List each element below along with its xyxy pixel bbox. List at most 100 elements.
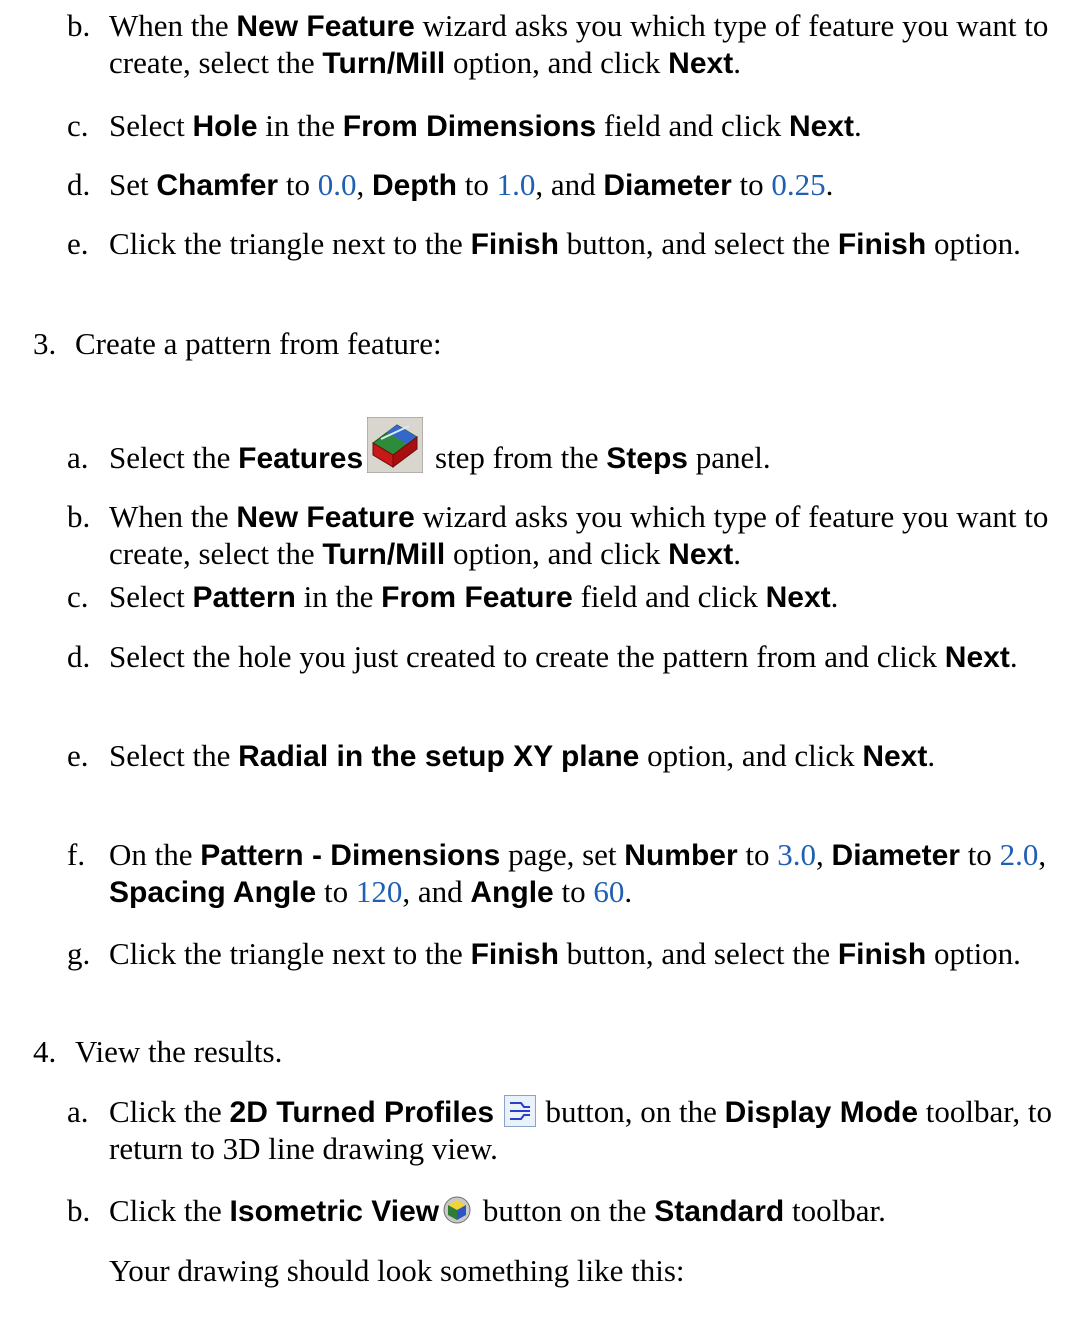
value: 1.0	[496, 167, 536, 202]
text: option, and click	[445, 45, 669, 80]
bold-term: Angle	[470, 876, 554, 909]
value: 60	[593, 874, 625, 909]
bold-term: Pattern - Dimensions	[200, 839, 501, 872]
step4-item-a: a. Click the 2D Turned Profiles button, …	[67, 1094, 1077, 1167]
item-letter: a.	[67, 440, 89, 475]
step3-item-f: f. On the Pattern - Dimensions page, set…	[67, 837, 1077, 911]
bold-term: Next	[862, 740, 928, 773]
item-letter: f.	[67, 837, 86, 872]
document-page: b. When the New Feature wizard asks you …	[0, 0, 1077, 1319]
item-letter: g.	[67, 936, 91, 971]
text: option, and click	[639, 738, 863, 773]
text: button, on the	[537, 1094, 725, 1129]
bold-term: Turn/Mill	[322, 47, 446, 80]
text: panel.	[687, 440, 771, 475]
text: Set	[109, 167, 157, 202]
text: .	[825, 167, 834, 202]
step3-item-c: c. Select Pattern in the From Feature fi…	[67, 579, 1077, 616]
text: button, and select the	[558, 226, 838, 261]
item-letter: c.	[67, 108, 89, 143]
text: Select	[109, 579, 193, 614]
text: to	[456, 167, 497, 202]
bold-term: Number	[624, 839, 738, 872]
text: .	[624, 874, 633, 909]
text: to	[278, 167, 318, 202]
step-title: View the results.	[75, 1034, 283, 1069]
bold-term: New Feature	[236, 501, 415, 534]
text: step from the	[427, 440, 607, 475]
text: Click the triangle next to the	[109, 226, 471, 261]
bold-term: Finish	[837, 938, 927, 971]
bold-term: Display Mode	[724, 1096, 919, 1129]
step3-item-g: g. Click the triangle next to the Finish…	[67, 936, 1077, 973]
text: button on the	[475, 1193, 655, 1228]
step4-heading: 4. View the results.	[33, 1034, 1075, 1070]
bold-term: Finish	[837, 228, 927, 261]
text: , and	[402, 874, 471, 909]
step3-item-a: a. Select the Features step from the Ste…	[67, 416, 1077, 479]
value: 0.25	[771, 167, 826, 202]
step3-item-d: d. Select the hole you just created to c…	[67, 639, 1077, 676]
bold-term: Next	[668, 47, 734, 80]
text: Click the	[109, 1193, 230, 1228]
value: 2.0	[999, 837, 1039, 872]
text: Select the	[109, 738, 239, 773]
step3-heading: 3. Create a pattern from feature:	[33, 326, 1075, 362]
text: .	[733, 45, 741, 80]
turned-profiles-icon	[503, 1094, 536, 1127]
text: option.	[926, 936, 1021, 971]
text: .	[830, 579, 839, 614]
bold-term: Chamfer	[156, 169, 279, 202]
step3-item-b: b. When the New Feature wizard asks you …	[67, 499, 1077, 573]
text: .	[927, 738, 936, 773]
value: 120	[355, 874, 403, 909]
text: .	[853, 108, 862, 143]
step3-item-e: e. Select the Radial in the setup XY pla…	[67, 738, 1077, 775]
text: Click the triangle next to the	[109, 936, 471, 971]
value: 0.0	[317, 167, 357, 202]
features-step-icon	[366, 416, 424, 474]
text: ,	[1038, 837, 1047, 872]
bold-term: Depth	[371, 169, 457, 202]
text: ,	[816, 837, 832, 872]
bold-term: Radial in the setup XY plane	[238, 740, 640, 773]
bold-term: Finish	[470, 228, 559, 261]
text: field and click	[572, 579, 766, 614]
value: 3.0	[777, 837, 817, 872]
step2-item-d: d. Set Chamfer to 0.0, Depth to 1.0, and…	[67, 167, 1077, 204]
bold-term: Standard	[654, 1195, 785, 1228]
text: page, set	[500, 837, 625, 872]
text: ,	[356, 167, 372, 202]
bold-term: 2D Turned Profiles	[229, 1096, 495, 1129]
bold-term: Diameter	[831, 839, 960, 872]
bold-term: Features	[238, 442, 364, 475]
text: to	[959, 837, 1000, 872]
text: to	[731, 167, 772, 202]
text: option, and click	[445, 536, 669, 571]
text: .	[1009, 639, 1018, 674]
text: On the	[109, 837, 201, 872]
item-letter: c.	[67, 579, 89, 614]
text: in the	[257, 108, 343, 143]
isometric-view-icon	[443, 1196, 471, 1224]
text: When the	[109, 8, 237, 43]
bold-term: Steps	[606, 442, 688, 475]
item-letter: d.	[67, 639, 91, 674]
item-letter: b.	[67, 8, 91, 43]
text: field and click	[596, 108, 789, 143]
closing-sentence: Your drawing should look something like …	[109, 1253, 685, 1288]
text: Select the hole you just created to crea…	[109, 639, 945, 674]
item-letter: e.	[67, 226, 89, 261]
item-letter: e.	[67, 738, 89, 773]
text: .	[733, 536, 741, 571]
text: Select the	[109, 440, 239, 475]
bold-term: Hole	[192, 110, 258, 143]
bold-term: New Feature	[236, 10, 415, 43]
bold-term: Turn/Mill	[322, 538, 446, 571]
text: Select	[109, 108, 193, 143]
bold-term: Next	[765, 581, 831, 614]
bold-term: Next	[668, 538, 734, 571]
text: When the	[109, 499, 237, 534]
text: button, and select the	[558, 936, 838, 971]
bold-term: Next	[944, 641, 1010, 674]
